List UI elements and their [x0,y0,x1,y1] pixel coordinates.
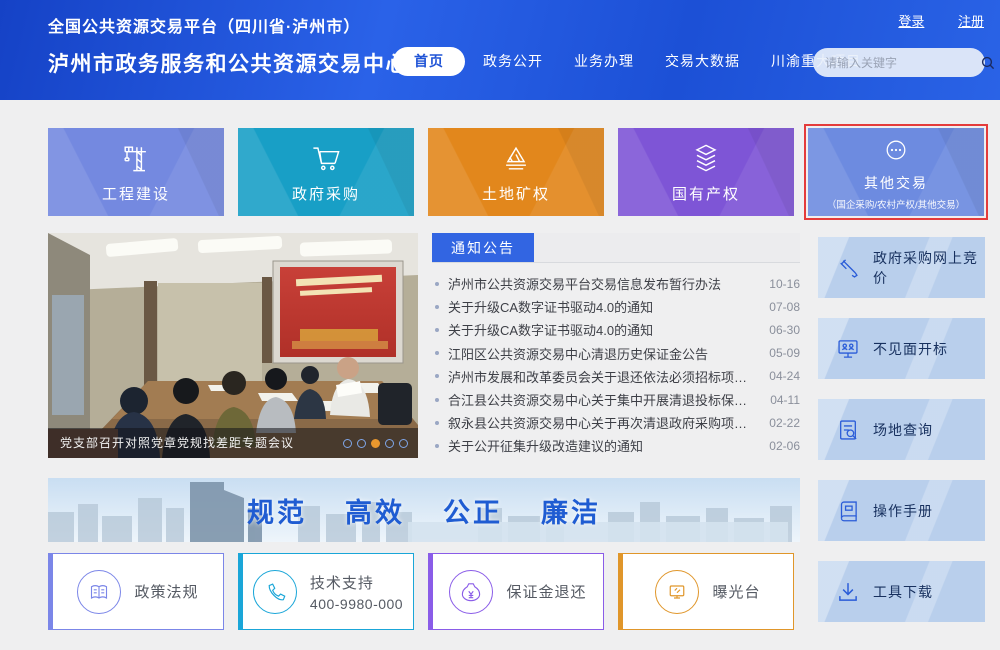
news-photo-carousel[interactable]: 党支部召开对照党章党规找差距专题会议 [48,233,418,458]
slogan-banner[interactable]: 规范 高效 公正 廉洁 [48,478,800,542]
carousel-dot-active[interactable] [371,439,380,448]
document-search-icon [835,417,861,443]
search-icon[interactable] [980,55,996,71]
card-government-procurement[interactable]: 政府采购 [238,128,414,216]
bullet-icon [435,421,439,425]
exposure-platform-button[interactable]: 曝光台 [618,553,794,630]
notice-item[interactable]: 泸州市发展和改革委员会关于退还依法必须招标项目历... 04-24 [432,365,800,388]
login-link[interactable]: 登录 [898,14,924,29]
notice-item[interactable]: 叙永县公共资源交易中心关于再次清退政府采购项目遗... 02-22 [432,411,800,434]
bullet-icon [435,444,439,448]
open-book-icon [77,570,121,614]
support-phone-number: 400-9980-000 [310,596,403,612]
card-label: 政府采购 [292,183,360,204]
cart-icon [307,140,345,176]
notice-item[interactable]: 泸州市公共资源交易平台交易信息发布暂行办法 10-16 [432,272,800,295]
nav-item-gov-disclosure[interactable]: 政务公开 [470,47,556,76]
crane-icon [117,140,155,176]
phone-icon [253,570,297,614]
nav-item-big-data[interactable]: 交易大数据 [652,47,753,76]
notice-item[interactable]: 合江县公共资源交易中心关于集中开展清退投标保证金... 04-11 [432,388,800,411]
tab-notices[interactable]: 通知公告 [432,233,534,262]
platform-title: 全国公共资源交易平台（四川省·泸州市） [48,13,408,37]
site-titles: 全国公共资源交易平台（四川省·泸州市） 泸州市政务服务和公共资源交易中心 [48,13,408,78]
deposit-refund-button[interactable]: 保证金退还 [428,553,604,630]
bullet-icon [435,398,439,402]
bullet-icon [435,305,439,309]
policies-regulations-button[interactable]: 政策法规 [48,553,224,630]
nav-item-business[interactable]: 业务办理 [561,47,647,76]
notice-item[interactable]: 关于升级CA数字证书驱动4.0的通知 06-30 [432,318,800,341]
main-nav: 首页 政务公开 业务办理 交易大数据 川渝重大项目 [393,47,879,76]
search-box[interactable] [813,48,985,77]
monitor-icon [655,570,699,614]
card-engineering-construction[interactable]: 工程建设 [48,128,224,216]
sidebar-item-online-bidding[interactable]: 政府采购网上竞价 [818,237,985,298]
card-label: 国有产权 [672,183,740,204]
card-sublabel: （国企采购/农村产权/其他交易） [827,197,965,211]
category-cards: 工程建设 政府采购 土地矿权 [48,128,984,216]
notice-item[interactable]: 关于公开征集升级改造建议的通知 02-06 [432,434,800,457]
notice-panel: 通知公告 泸州市公共资源交易平台交易信息发布暂行办法 10-16 关于升级CA数… [432,233,800,458]
quick-links-sidebar: 政府采购网上竞价 不见面开标 场地查询 [818,237,985,642]
monitor-people-icon [835,336,861,362]
card-other-transactions[interactable]: 其他交易 （国企采购/农村产权/其他交易） [808,128,984,216]
sidebar-item-tool-download[interactable]: 工具下载 [818,561,985,622]
sidebar-item-venue-inquiry[interactable]: 场地查询 [818,399,985,460]
notice-item[interactable]: 关于升级CA数字证书驱动4.0的通知 07-08 [432,295,800,318]
notice-tab-bar: 通知公告 [432,233,800,263]
site-title: 泸州市政务服务和公共资源交易中心 [48,48,408,78]
luzhou-trading-center-homepage: 全国公共资源交易平台（四川省·泸州市） 泸州市政务服务和公共资源交易中心 登录 … [0,0,1000,650]
slogan-text: 规范 高效 公正 廉洁 [48,478,800,542]
carousel-dot[interactable] [399,439,408,448]
card-label: 其他交易 [864,173,928,193]
moneybag-icon [449,570,493,614]
card-label: 工程建设 [102,183,170,204]
notice-item[interactable]: 江阳区公共资源交易中心清退历史保证金公告 05-09 [432,342,800,365]
bullet-icon [435,351,439,355]
sidebar-item-remote-bid-opening[interactable]: 不见面开标 [818,318,985,379]
sidebar-item-operation-manual[interactable]: 操作手册 [818,480,985,541]
bullet-icon [435,374,439,378]
carousel-dot[interactable] [385,439,394,448]
search-input[interactable] [825,56,980,70]
technical-support-button[interactable]: 技术支持 400-9980-000 [238,553,414,630]
card-land-mining-rights[interactable]: 土地矿权 [428,128,604,216]
site-header: 全国公共资源交易平台（四川省·泸州市） 泸州市政务服务和公共资源交易中心 登录 … [0,0,1000,100]
carousel-dots [343,439,408,448]
gavel-icon [835,255,861,281]
bullet-icon [435,282,439,286]
card-state-owned-property[interactable]: 国有产权 [618,128,794,216]
carousel-dot[interactable] [343,439,352,448]
notice-list: 泸州市公共资源交易平台交易信息发布暂行办法 10-16 关于升级CA数字证书驱动… [432,263,800,458]
layers-icon [687,140,725,176]
manual-book-icon [835,498,861,524]
carousel-dot[interactable] [357,439,366,448]
download-icon [835,579,861,605]
card-label: 土地矿权 [482,183,550,204]
bullet-icon [435,328,439,332]
meeting-room-photo [48,233,418,458]
mountain-icon [497,140,535,176]
bottom-quick-links: 政策法规 技术支持 400-9980-000 保证金退还 [48,553,794,630]
nav-item-home[interactable]: 首页 [393,47,465,76]
register-link[interactable]: 注册 [958,14,984,29]
auth-links: 登录 注册 [868,11,984,30]
ellipsis-circle-icon [879,134,913,166]
